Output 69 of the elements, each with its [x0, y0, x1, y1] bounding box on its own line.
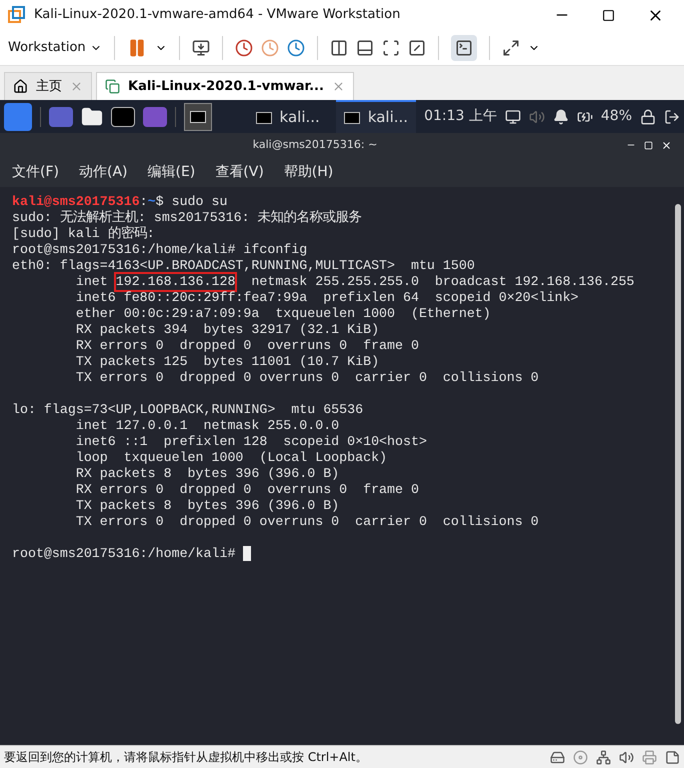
maximize-icon[interactable] — [602, 8, 615, 22]
console-view-icon[interactable] — [450, 34, 477, 60]
terminal-text: RX errors 0 dropped 0 overruns 0 frame 0 — [74, 482, 419, 498]
terminal-text: TX packets 125 bytes 11001 (10.7 KiB) — [74, 354, 380, 370]
app-logo-icon — [8, 6, 26, 24]
logout-icon[interactable] — [664, 108, 680, 124]
network-adapter-icon[interactable] — [596, 750, 611, 764]
terminal-text: netmask 255.255.255.0 broadcast 192.168.136.255 — [250, 274, 634, 290]
thumbnail-bar-icon[interactable] — [356, 38, 374, 56]
task-button[interactable]: kali... — [336, 100, 416, 133]
terminal-icon[interactable] — [184, 102, 212, 130]
scrollbar[interactable] — [675, 204, 681, 724]
terminal-text: [sudo] kali 的密码: — [12, 226, 155, 242]
tab[interactable]: 主页 — [4, 72, 92, 100]
stretch-icon[interactable] — [502, 38, 520, 56]
task-button[interactable]: kali... — [248, 100, 328, 133]
terminal-text: RX packets 394 bytes 32917 (32.1 KiB) — [74, 322, 380, 338]
sidebar-icon[interactable] — [330, 38, 348, 56]
folder-icon[interactable] — [81, 106, 103, 128]
window-title: Kali-Linux-2020.1-vmware-amd64 - VMware Workstation — [34, 6, 402, 24]
terminal-text: $ sudo su — [156, 194, 228, 210]
terminal-text: RX packets 8 bytes 396 (396.0 B) — [74, 466, 340, 482]
terminal-text: lo: flags=73<UP,LOOPBACK,RUNNING> mtu 65536 — [12, 402, 364, 418]
battery-level: 48% — [600, 107, 632, 126]
terminal-text: inet 127.0.0.1 netmask 255.0.0.0 — [74, 418, 340, 434]
workstation-menu[interactable]: Workstation — [8, 38, 102, 58]
menu-item[interactable]: 帮助(H) — [284, 162, 334, 182]
terminal-text: inet6 fe80::20c:29ff:fea7:99a prefixlen 64 scopeid 0×20<link> — [74, 290, 579, 306]
snapshot-icon[interactable] — [234, 38, 253, 56]
sound-icon[interactable] — [619, 750, 634, 764]
terminal-text: RX errors 0 dropped 0 overruns 0 frame 0 — [74, 338, 419, 354]
bell-icon[interactable] — [552, 108, 569, 124]
terminal-title: kali@sms20175316: ~ — [252, 136, 378, 153]
menu-item[interactable]: 查看(V) — [215, 162, 264, 182]
terminal-text: inet6 ::1 prefixlen 128 scopeid 0×10<host> — [74, 434, 427, 450]
volume-icon[interactable] — [528, 108, 545, 124]
highlighted-text: 192.168.136.128 — [116, 274, 236, 290]
status-text: 要返回到您的计算机，请将鼠标指针从虚拟机中移出或按 Ctrl+Alt。 — [4, 749, 368, 766]
terminal-text: : — [140, 194, 148, 210]
full-screen-icon[interactable] — [382, 38, 400, 56]
vm-icon — [105, 79, 120, 94]
send-keys-icon[interactable] — [192, 38, 210, 56]
terminal-text: TX errors 0 dropped 0 overruns 0 carrier 0 collisions 0 — [74, 514, 539, 530]
terminal-text: kali@sms20175316 — [12, 194, 140, 210]
message-icon[interactable] — [665, 750, 680, 764]
home-icon — [13, 79, 28, 94]
terminal-text: TX errors 0 dropped 0 overruns 0 carrier 0 collisions 0 — [74, 370, 539, 386]
lock-icon[interactable] — [640, 108, 656, 124]
terminal-text: root@sms20175316:/home/kali# — [12, 546, 236, 562]
terminal-text: ether 00:0c:29:a7:09:9a txqueuelen 1000 (Ethernet) — [74, 306, 491, 322]
terminal-text: root@sms20175316:/home/kali# ifconfig — [12, 242, 308, 258]
terminal-text: sudo: 无法解析主机: sms20175316: 未知的名称或服务 — [12, 210, 362, 226]
terminal-icon[interactable] — [111, 106, 135, 126]
terminal-text: eth0: flags=4163<UP.BROADCAST,RUNNING,MULTICAST> mtu 1500 — [12, 258, 475, 274]
terminal-text: loop txqueuelen 1000 (Local Loopback) — [74, 450, 388, 466]
terminal-text: TX packets 8 bytes 396 (396.0 B) — [74, 498, 340, 514]
menu-item[interactable]: 动作(A) — [78, 162, 128, 182]
tab-label: Kali-Linux-2020.1-vmwar... — [128, 78, 324, 96]
tab[interactable]: Kali-Linux-2020.1-vmwar... — [96, 72, 354, 100]
terminal-text: inet — [74, 274, 109, 290]
network-icon[interactable] — [504, 108, 521, 124]
clock[interactable]: 01:13 上午 — [424, 106, 497, 127]
close-icon[interactable] — [661, 140, 672, 150]
menu-item[interactable]: 编辑(E) — [148, 162, 196, 182]
menu-item[interactable]: 文件(F) — [12, 162, 59, 182]
tab-label: 主页 — [36, 78, 62, 96]
unity-icon[interactable] — [408, 38, 426, 56]
snapshot-manager-icon[interactable] — [286, 38, 305, 56]
terminal-text: ~ — [148, 194, 156, 210]
